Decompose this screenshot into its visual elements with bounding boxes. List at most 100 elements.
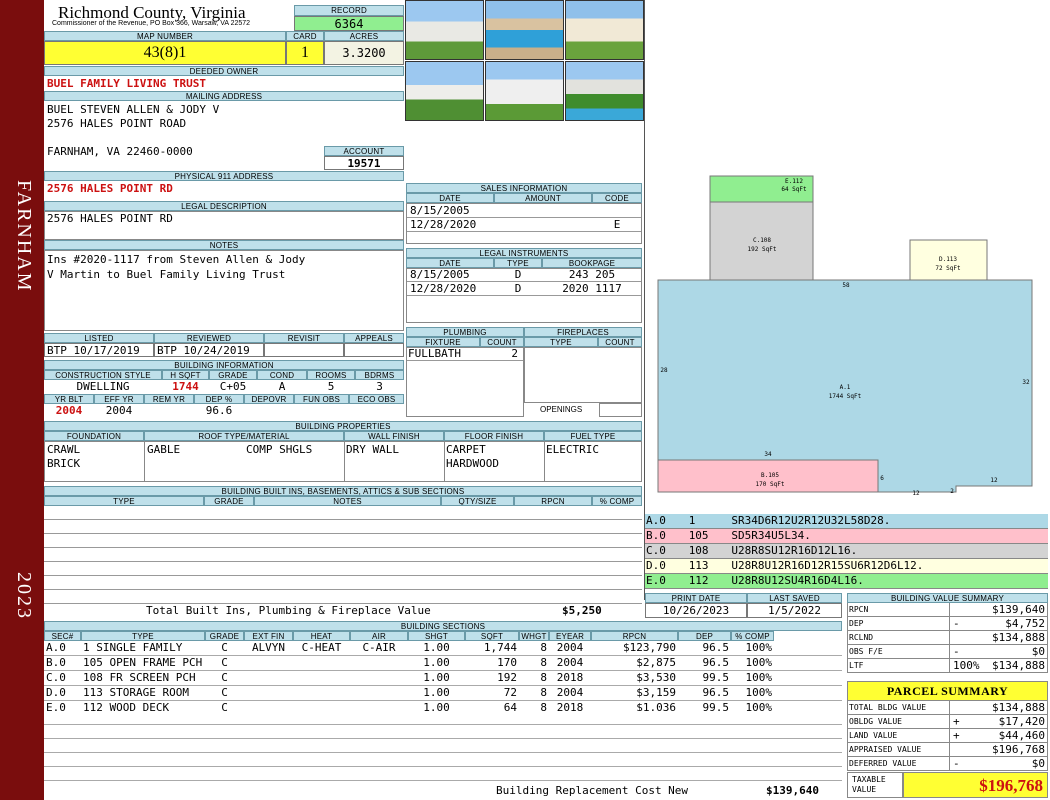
sections-cell [244,671,293,685]
map-number-label: MAP NUMBER [44,31,286,41]
sales-label: SALES INFORMATION [406,183,642,193]
listed-label: LISTED [44,333,154,343]
legal-box [44,211,404,240]
properties-label: BUILDING PROPERTIES [44,421,642,431]
sketch-label-e-sqft: 64 SqFt [781,186,807,193]
sections-cell: 72 [503,686,517,699]
sections-cell: C [221,656,228,669]
sketch-dim: 58 [842,282,850,289]
divider [544,441,545,482]
prop-h-floor: FLOOR FINISH [444,431,544,441]
notes-label: NOTES [44,240,404,250]
building-info-headers: CONSTRUCTION STYLE H SQFT GRADE COND ROO… [44,370,404,380]
floor-2: HARDWOOD [446,457,499,470]
sketch-label-e-code: E.112 [785,178,803,185]
bi-cond: A [278,380,286,393]
sketch-label-b-code: B.105 [761,472,779,479]
acres-label: ACRES [324,31,404,41]
prop-h-foundation: FOUNDATION [44,431,144,441]
sections-header: DEP [678,631,731,641]
prop-h-roof: ROOF TYPE/MATERIAL [144,431,344,441]
shed-photo-2[interactable] [485,61,564,121]
foundation-2: BRICK [47,457,81,470]
sketch-dim: 6 [880,475,884,482]
parcel-row: LAND VALUE + $44,460 [847,729,1048,743]
li-h-type: TYPE [494,258,542,268]
legend-number: 112 [688,574,709,587]
building-info-values-2: 2004 2004 96.6 [44,404,404,417]
panel-divider [644,0,645,600]
sections-cell: 1 SINGLE FAMILY [83,641,183,654]
sidebar-town: FARNHAM [13,180,35,293]
table-row[interactable]: B.0 105 OPEN FRAME PCH C 1.00 170 8 2004 $2,875… [44,656,842,671]
parcel-row-sign [950,743,983,756]
table-row[interactable]: A.0 1 SINGLE FAMILY C ALVYN C-HEAT C-AIR 1.00 1… [44,641,842,656]
legend-section: C.0 [646,544,666,557]
parcel-row-label: TOTAL BLDG VALUE [848,701,950,714]
mailing-line-1: BUEL STEVEN ALLEN & JODY V [47,103,220,116]
print-date-label: PRINT DATE [645,593,747,603]
plumbing-headers: FIXTURE COUNT [406,337,524,347]
li-h-date: DATE [406,258,494,268]
bi-grade: C+05 [219,380,247,393]
sections-cell: $2,875 [636,656,676,669]
listed-value: BTP 10/17/2019 [44,343,154,357]
sections-cell: C-HEAT [301,641,342,654]
legend-row: E.0 112 U28R8U12SU4R16D4L16. [645,574,1048,589]
sketch-label-d-sqft: 72 SqFt [935,265,961,272]
sections-cell: 192 [497,671,517,684]
bi-h-effyr: EFF YR [94,394,144,404]
sections-cell: 2004 [556,656,584,669]
sections-cell: 100% [745,641,773,654]
fireplace-box [524,347,642,403]
table-row[interactable]: D.0 113 STORAGE ROOM C 1.00 72 8 2004 $3,159 96.… [44,686,842,701]
acres-value: 3.3200 [324,41,404,65]
legend-row: C.0 108 U28R8SU12R16D12L16. [645,544,1048,559]
sections-cell: 96.5 [702,686,730,699]
last-saved: 1/5/2022 [747,603,842,618]
rcn-label: Building Replacement Cost New [496,784,689,797]
fireplace-headers: TYPE COUNT [524,337,642,347]
bi-ecoobs [349,404,404,417]
legend-section: E.0 [646,574,666,587]
mailing-address: BUEL STEVEN ALLEN & JODY V 2576 HALES PO… [47,103,219,159]
legend-number: 108 [688,544,709,557]
openings-box [599,403,642,417]
plumbing-box [406,347,524,417]
building-info-headers-2: YR BLT EFF YR REM YR DEP % DEPOVR FUN OB… [44,394,404,404]
sketch-dim: 12 [990,477,998,484]
sections-header: AIR [350,631,408,641]
last-saved-label: LAST SAVED [747,593,842,603]
house-photo-1[interactable] [405,0,484,60]
sales-h-date: DATE [406,193,494,203]
shed-photo-1[interactable] [565,0,644,60]
revisit-value [264,343,344,357]
sections-label: BUILDING SECTIONS [44,621,842,631]
sections-cell: 8 [540,641,547,654]
parcel-row: TOTAL BLDG VALUE $134,888 [847,701,1048,715]
bi-h-notes: NOTES [254,496,441,506]
sections-cell: 1.00 [423,686,450,699]
bi-h-bdrms: BDRMS [355,370,404,380]
bvs-row-sign: - [953,617,960,630]
house-photo-2[interactable] [405,61,484,121]
bvs-row-value: $134,888 [992,659,1045,672]
prop-floor: CARPET HARDWOOD [446,443,499,471]
sections-cell [244,686,293,700]
bvs-row-label: RCLND [848,631,950,644]
bvs-rows: RPCN $139,640 DEP - $4,752 RCLND $134,888 OBS F… [847,603,1048,673]
parcel-row-sign: - [953,757,960,770]
sections-header: RPCN [591,631,678,641]
bvs-row-label: RPCN [848,603,950,616]
parcel-row: APPRAISED VALUE $196,768 [847,743,1048,757]
li-h-bookpage: BOOKPAGE [542,258,642,268]
divider [344,441,345,482]
table-row[interactable]: C.0 108 FR SCREEN PCH C 1.00 192 8 2018 $3,530 9… [44,671,842,686]
house-photo-3[interactable] [565,61,644,121]
pool-photo[interactable] [485,0,564,60]
foundation-1: CRAWL [47,443,81,456]
parcel-row-value: $44,460 [998,729,1045,742]
sections-cell [293,656,350,670]
bvs-row-label: DEP [848,617,950,630]
builtins-total-label: Total Built Ins, Plumbing & Fireplace Va… [146,604,431,617]
